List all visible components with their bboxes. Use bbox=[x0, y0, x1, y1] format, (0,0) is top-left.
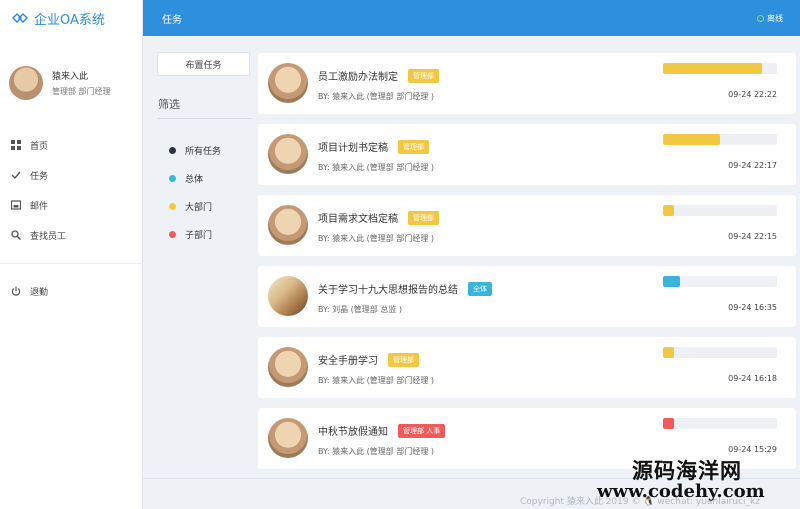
online-status[interactable]: 离线 bbox=[757, 13, 783, 24]
progress-bar bbox=[663, 134, 777, 145]
sidebar-item-find-employee[interactable]: 查找员工 bbox=[0, 220, 142, 250]
task-author: BY: 刘晶 (管理部 总监 ) bbox=[318, 305, 402, 314]
task-list: 员工激励办法制定 管理部 BY: 猿来入此 (管理部 部门经理 ) 09-24 22:… bbox=[258, 53, 796, 479]
logo-icon bbox=[12, 12, 28, 24]
avatar bbox=[268, 134, 308, 174]
task-time: 09-24 16:35 bbox=[728, 303, 777, 312]
task-time: 09-24 22:22 bbox=[728, 90, 777, 99]
department-badge: 全体 bbox=[468, 281, 492, 296]
task-card[interactable]: 关于学习十九大思想报告的总结 全体 BY: 刘晶 (管理部 总监 ) 09-24 16… bbox=[258, 266, 796, 327]
progress-fill bbox=[663, 63, 763, 74]
watermark-url: www.codehy.com bbox=[597, 481, 765, 502]
sidebar-item-tasks[interactable]: 任务 bbox=[0, 160, 142, 190]
assign-task-button[interactable]: 布置任务 bbox=[157, 52, 250, 76]
task-author: BY: 猿来入此 (管理部 部门经理 ) bbox=[318, 234, 434, 243]
task-title[interactable]: 安全手册学习 bbox=[318, 352, 378, 367]
filter-item[interactable]: 总体 bbox=[157, 164, 252, 192]
top-header: 任务 离线 bbox=[143, 0, 800, 36]
brand-name: 企业OA系统 bbox=[34, 12, 105, 28]
progress-fill bbox=[663, 347, 675, 358]
department-badge: 管理部 bbox=[388, 352, 419, 367]
task-author: BY: 猿来入此 (管理部 部门经理 ) bbox=[318, 92, 434, 101]
avatar bbox=[268, 205, 308, 245]
task-time: 09-24 22:17 bbox=[728, 161, 777, 170]
filter-item-label: 所有任务 bbox=[185, 146, 222, 157]
filter-list: 所有任务总体大部门子部门 bbox=[157, 136, 252, 248]
avatar bbox=[268, 347, 308, 387]
sidebar-item-label: 查找员工 bbox=[30, 231, 67, 242]
filter-item[interactable]: 所有任务 bbox=[157, 136, 252, 164]
filter-item-label: 总体 bbox=[185, 174, 204, 185]
filter-title: 筛选 bbox=[158, 98, 180, 111]
filter-item-label: 子部门 bbox=[185, 230, 213, 241]
task-author: BY: 猿来入此 (管理部 部门经理 ) bbox=[318, 447, 434, 456]
task-title[interactable]: 关于学习十九大思想报告的总结 bbox=[318, 281, 458, 296]
filter-dot-icon bbox=[169, 146, 176, 154]
task-author: BY: 猿来入此 (管理部 部门经理 ) bbox=[318, 376, 434, 385]
status-dot-icon bbox=[757, 15, 764, 22]
department-badge: 管理部 人事 bbox=[398, 423, 446, 438]
task-card[interactable]: 安全手册学习 管理部 BY: 猿来入此 (管理部 部门经理 ) 09-24 16:18 bbox=[258, 337, 796, 398]
progress-fill bbox=[663, 276, 681, 287]
filter-item[interactable]: 大部门 bbox=[157, 192, 252, 220]
task-time: 09-24 16:18 bbox=[728, 374, 777, 383]
check-icon bbox=[11, 170, 21, 180]
avatar bbox=[268, 63, 308, 103]
task-title[interactable]: 项目计划书定稿 bbox=[318, 139, 388, 154]
progress-bar bbox=[663, 347, 777, 358]
progress-fill bbox=[663, 418, 675, 429]
sidebar: 企业OA系统 猿来入此 管理部 部门经理 首页 任务 邮件 查找员工 退勤 bbox=[0, 0, 143, 509]
sidebar-item-mail[interactable]: 邮件 bbox=[0, 190, 142, 220]
progress-bar bbox=[663, 418, 777, 429]
sidebar-item-label: 任务 bbox=[30, 171, 49, 182]
sidebar-item-home[interactable]: 首页 bbox=[0, 130, 142, 160]
task-card[interactable]: 项目计划书定稿 管理部 BY: 猿来入此 (管理部 部门经理 ) 09-24 22:1… bbox=[258, 124, 796, 185]
filter-item[interactable]: 子部门 bbox=[157, 220, 252, 248]
sidebar-item-label: 首页 bbox=[30, 141, 49, 152]
task-card[interactable]: 项目需求文档定稿 管理部 BY: 猿来入此 (管理部 部门经理 ) 09-24 22:… bbox=[258, 195, 796, 256]
mail-icon bbox=[11, 200, 21, 210]
user-name: 猿来入此 bbox=[52, 71, 89, 82]
task-title[interactable]: 项目需求文档定稿 bbox=[318, 210, 398, 225]
task-title[interactable]: 中秋节放假通知 bbox=[318, 423, 388, 438]
sidebar-nav: 首页 任务 邮件 查找员工 bbox=[0, 130, 142, 250]
avatar bbox=[268, 418, 308, 458]
page-title: 任务 bbox=[162, 15, 182, 26]
filter-dot-icon bbox=[169, 230, 176, 238]
task-author: BY: 猿来入此 (管理部 部门经理 ) bbox=[318, 163, 434, 172]
filter-dot-icon bbox=[169, 202, 176, 210]
department-badge: 管理部 bbox=[408, 210, 439, 225]
power-icon bbox=[11, 286, 21, 296]
progress-bar bbox=[663, 276, 777, 287]
logout-label: 退勤 bbox=[30, 287, 49, 298]
task-title[interactable]: 员工激励办法制定 bbox=[318, 68, 398, 83]
task-time: 09-24 15:29 bbox=[728, 445, 777, 454]
progress-fill bbox=[663, 134, 720, 145]
task-time: 09-24 22:15 bbox=[728, 232, 777, 241]
sidebar-item-label: 邮件 bbox=[30, 201, 49, 212]
progress-bar bbox=[663, 205, 777, 216]
logout-button[interactable]: 退勤 bbox=[0, 276, 142, 306]
filter-item-label: 大部门 bbox=[185, 202, 213, 213]
department-badge: 管理部 bbox=[408, 68, 439, 83]
avatar bbox=[268, 276, 308, 316]
filter-dot-icon bbox=[169, 174, 176, 182]
divider bbox=[157, 118, 252, 119]
search-icon bbox=[11, 230, 21, 240]
progress-bar bbox=[663, 63, 777, 74]
divider bbox=[0, 263, 142, 264]
avatar bbox=[9, 65, 43, 100]
task-card[interactable]: 员工激励办法制定 管理部 BY: 猿来入此 (管理部 部门经理 ) 09-24 22:… bbox=[258, 53, 796, 114]
progress-fill bbox=[663, 205, 675, 216]
user-profile: 猿来入此 管理部 部门经理 bbox=[0, 36, 142, 116]
brand[interactable]: 企业OA系统 bbox=[0, 0, 142, 36]
filter-panel: 布置任务 筛选 所有任务总体大部门子部门 bbox=[157, 52, 252, 248]
user-role: 管理部 部门经理 bbox=[52, 86, 111, 96]
dashboard-icon bbox=[11, 140, 21, 150]
status-label: 离线 bbox=[767, 14, 783, 23]
department-badge: 管理部 bbox=[398, 139, 429, 154]
